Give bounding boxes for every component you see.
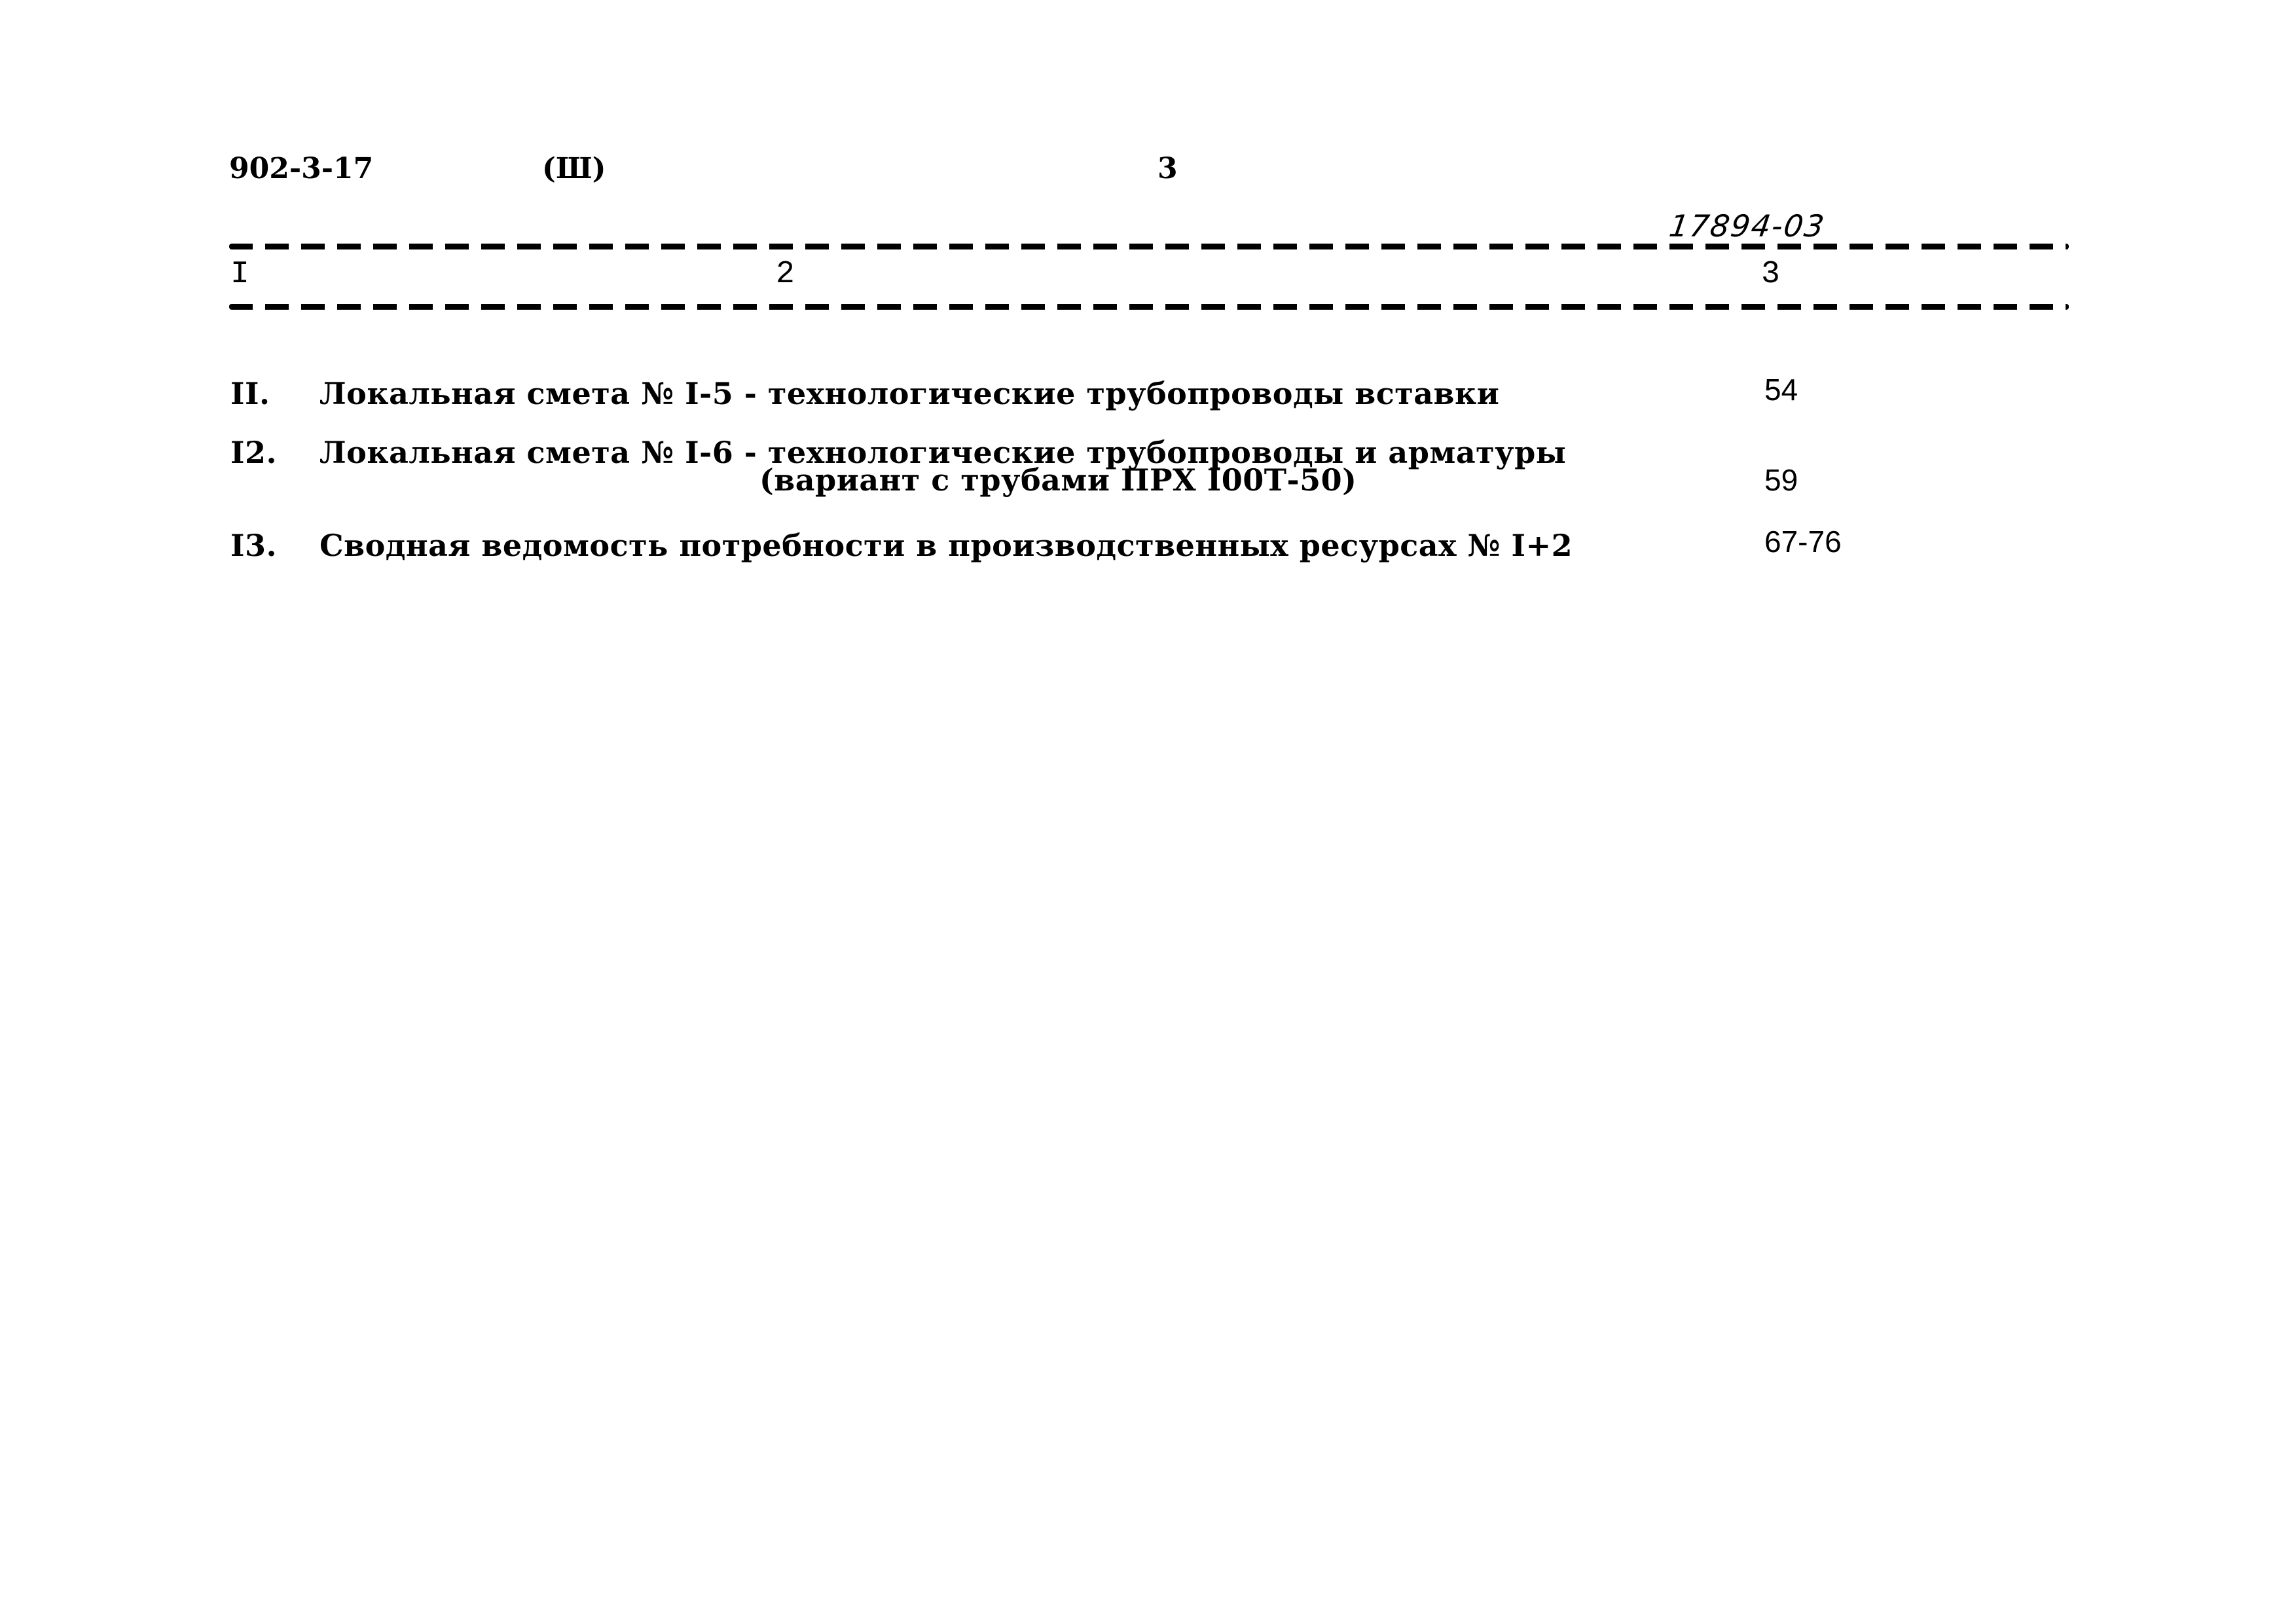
row-page: 59 bbox=[1764, 463, 1798, 497]
row-page: 54 bbox=[1764, 373, 1798, 407]
document-part: (Ш) bbox=[542, 152, 606, 185]
column-header-2: 2 bbox=[776, 257, 795, 292]
row-page: 67-76 bbox=[1764, 525, 1842, 559]
row-description: Локальная смета № I-5 - технологические … bbox=[319, 376, 1500, 411]
row-index: I3. bbox=[230, 528, 278, 563]
column-header-3: 3 bbox=[1761, 257, 1780, 292]
page-number: 3 bbox=[1157, 152, 1178, 185]
row-description-continuation: (вариант с трубами ПРХ I00Т-50) bbox=[759, 462, 1357, 498]
row-index: II. bbox=[230, 376, 270, 411]
column-header-1: I bbox=[230, 257, 249, 292]
document-code: 902-3-17 bbox=[229, 152, 374, 185]
row-index: I2. bbox=[230, 435, 278, 470]
table-header-top-rule bbox=[229, 244, 2069, 249]
row-description: Сводная ведомость потребности в производ… bbox=[319, 528, 1573, 563]
handwritten-code: 17894-03 bbox=[1667, 208, 1828, 244]
table-header-bottom-rule bbox=[229, 304, 2069, 310]
